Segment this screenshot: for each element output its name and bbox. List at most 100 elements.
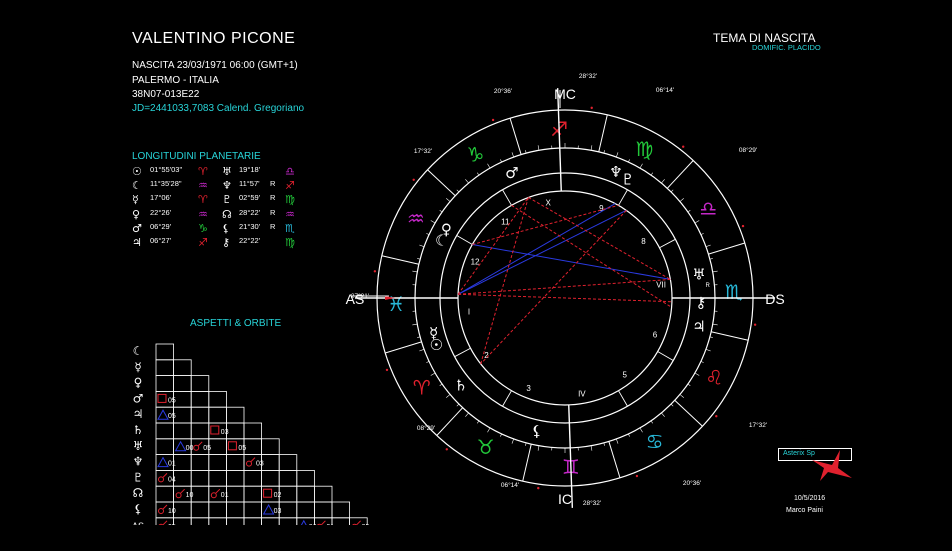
house-cusp <box>502 390 512 407</box>
aspect-cell <box>155 485 175 503</box>
square-aspect-icon <box>157 393 167 403</box>
aspect-cell <box>173 517 192 525</box>
aspect-row-label: AS <box>132 521 144 525</box>
aspect-cell <box>226 485 245 503</box>
longitude-value: 02°59' <box>239 193 261 203</box>
house-cusp <box>456 235 473 245</box>
aspect-cell <box>226 469 245 487</box>
aspect-cell <box>278 517 298 525</box>
aspect-orb: 05 <box>168 524 176 525</box>
aspect-cell <box>226 422 245 440</box>
aspect-cell <box>173 406 192 424</box>
aspect-cell <box>173 501 192 519</box>
sign-boundary <box>381 255 419 265</box>
chiron-icon: ⚷ <box>222 236 231 249</box>
hard-aspect-line <box>457 197 529 295</box>
jupiter-icon: ♃ <box>692 317 705 335</box>
node-icon: ☊ <box>222 207 232 221</box>
aspect-cell <box>296 469 315 487</box>
aspect-cell <box>155 359 175 376</box>
aspect-cell <box>208 517 227 525</box>
trine-aspect-icon <box>262 503 275 515</box>
birth-coordinates: 38N07-013E22 <box>132 89 200 100</box>
soft-aspect-line <box>457 209 627 295</box>
aspect-cell <box>226 406 245 424</box>
aspect-orb: 01 <box>221 492 229 499</box>
angle-label-mc: MC <box>554 86 576 102</box>
house-number: 6 <box>653 330 658 339</box>
mercury-icon: ☿ <box>132 193 139 207</box>
aspect-orb: 03 <box>256 461 264 468</box>
aspect-cell <box>208 438 227 456</box>
aspect-orb: 06 <box>309 524 317 525</box>
house-cusp <box>657 351 674 361</box>
degree-label: 06°14' <box>656 86 674 94</box>
aspect-row-label: ♃ <box>133 407 144 421</box>
aspect-cell <box>173 454 192 471</box>
aspect-orb: 02 <box>274 492 282 499</box>
aspect-cell <box>208 391 227 408</box>
aspect-cell <box>261 454 280 471</box>
aspect-cell <box>243 438 263 456</box>
aspect-cell <box>226 501 245 519</box>
house-system: DOMIFIC. PLACIDO <box>752 43 821 52</box>
sun-icon: ☉ <box>430 336 443 354</box>
virgo-icon: ♍ <box>635 137 653 161</box>
aspect-cell <box>243 517 263 525</box>
aries-icon: ♈ <box>413 376 431 400</box>
sun-icon: ☉ <box>132 165 142 178</box>
aspect-orb: 05 <box>203 445 211 452</box>
longitude-value: 22°22' <box>239 236 261 245</box>
scorpio-icon: ♏ <box>285 221 295 235</box>
sign-boundary <box>711 331 749 341</box>
trine-aspect-icon <box>157 456 169 468</box>
aspect-cell <box>173 469 192 487</box>
sign-boundary <box>674 399 703 427</box>
aspect-orb: 10 <box>186 492 194 499</box>
venus-icon: ♀ <box>441 221 452 239</box>
retrograde-mark: R <box>270 207 276 217</box>
opposition-aspect-icon <box>193 444 200 451</box>
sagittarius-icon: ♐ <box>285 179 295 193</box>
house-number: 5 <box>622 370 627 379</box>
pisces-icon: ♓ <box>387 292 405 316</box>
julian-day: JD=2441033,7083 Calend. Gregoriano <box>132 103 305 114</box>
aspect-cell <box>155 375 175 392</box>
aspect-row-label: ♀ <box>134 376 143 390</box>
sign-boundary <box>666 160 694 189</box>
saturn-icon: ♄ <box>454 376 467 394</box>
aspect-cell <box>296 485 315 503</box>
aspect-orb: 03 <box>274 508 282 515</box>
opposition-aspect-icon <box>175 492 182 499</box>
aspect-cell <box>243 469 263 487</box>
aspect-orb: 01 <box>326 524 334 525</box>
aspect-cell <box>278 469 298 487</box>
house-cusp <box>618 390 628 407</box>
aspect-cell <box>261 438 280 456</box>
jupiter-icon: ♃ <box>132 236 142 249</box>
birth-chart-window: { "header": { "name": "VALENTINO PICONE"… <box>0 0 952 551</box>
aspect-cell <box>173 391 192 408</box>
aspect-cell <box>173 375 192 392</box>
leo-icon: ♌ <box>705 365 723 389</box>
aspect-cell <box>190 469 210 487</box>
aspect-cell <box>190 517 210 525</box>
aspect-row-label: ♆ <box>133 455 144 469</box>
aspect-cell <box>190 406 210 424</box>
opposition-aspect-icon <box>158 508 164 514</box>
asterix-logo <box>812 450 852 481</box>
aspect-cell <box>278 454 298 471</box>
libra-icon: ♎ <box>285 165 295 178</box>
retrograde-mark: R <box>270 179 276 189</box>
longitude-value: 17°06' <box>150 193 172 203</box>
aspect-orb: 05 <box>168 397 176 404</box>
aspect-row-label: ☊ <box>133 486 144 500</box>
aries-icon: ♈ <box>198 193 208 207</box>
virgo-icon: ♍ <box>285 236 295 249</box>
hard-aspect-line <box>511 204 672 308</box>
house-number: 8 <box>641 237 646 246</box>
libra-icon: ♎ <box>699 196 717 220</box>
print-date: 10/5/2016 <box>794 495 826 502</box>
birth-place: PALERMO - ITALIA <box>132 75 219 86</box>
aspect-row-label: ⚸ <box>134 502 143 516</box>
